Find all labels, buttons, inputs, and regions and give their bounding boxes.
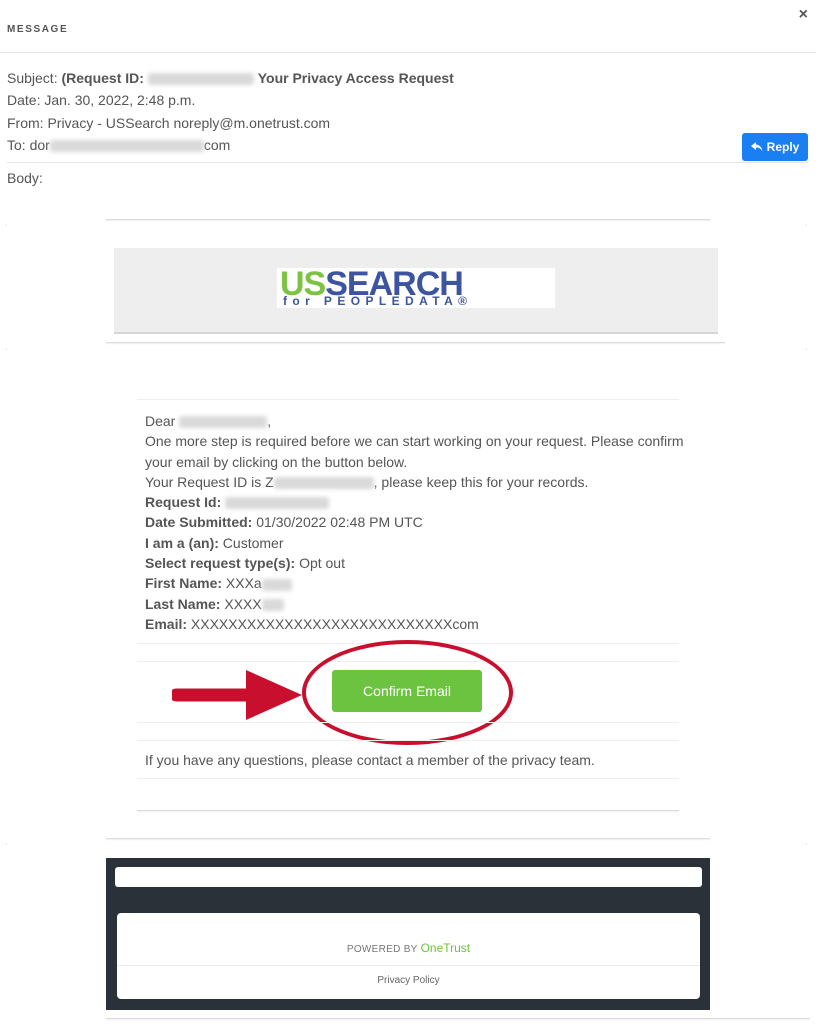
field-label: Last Name: (145, 595, 221, 612)
request-id-suffix: , please keep this for your records. (373, 473, 589, 490)
field-value: XXXa (225, 575, 262, 592)
message-header-title: MESSAGE (7, 24, 69, 35)
content-bottom-border (137, 810, 679, 811)
reply-button[interactable]: Reply (742, 133, 808, 161)
redacted-email (49, 140, 204, 153)
annotation-arrow-icon (172, 670, 302, 720)
field-label: First Name: (145, 575, 223, 592)
field-label: Request Id: (145, 494, 222, 511)
from-line: From: Privacy - USSearch noreply@m.onetr… (7, 115, 331, 131)
content-divider (137, 778, 679, 779)
field-last-name: Last Name: XXXX (145, 594, 685, 614)
email-divider (106, 219, 710, 220)
meta-divider (7, 162, 808, 163)
subject-line: Subject: (Request ID: Your Privacy Acces… (7, 70, 454, 86)
edge-tick: ˙ (805, 348, 809, 359)
footer-card: POWERED BY OneTrust Privacy Policy (117, 913, 700, 999)
field-value: XXXX (224, 595, 262, 612)
redacted-request-id (147, 73, 254, 86)
field-date-submitted: Date Submitted: 01/30/2022 02:48 PM UTC (145, 512, 685, 532)
field-request-type: Select request type(s): Opt out (145, 553, 685, 573)
date-line: Date: Jan. 30, 2022, 2:48 p.m. (7, 92, 196, 108)
subject-title: Your Privacy Access Request (257, 70, 454, 86)
email-content: Dear , One more step is required before … (145, 411, 685, 634)
redacted-value (261, 598, 284, 611)
request-id-sentence: Your Request ID is Z , please keep this f… (145, 472, 685, 492)
field-label: Date Submitted: (145, 514, 253, 531)
email-divider (106, 838, 710, 839)
email-bottom-divider (106, 1018, 810, 1019)
reply-icon (750, 142, 763, 152)
redacted-request-id (273, 477, 374, 490)
subject-label: Subject: (7, 70, 58, 86)
ussearch-logo: USSEARCH for PEOPLEDATA® (277, 265, 555, 308)
email-divider (106, 342, 725, 343)
greeting: Dear , (145, 413, 272, 429)
redacted-value (261, 578, 292, 591)
footer-bar (115, 867, 702, 887)
field-label: I am a (an): (145, 534, 219, 551)
greeting-dear: Dear (145, 413, 176, 429)
reply-label: Reply (766, 140, 800, 154)
close-icon[interactable]: × (799, 6, 808, 24)
field-label: Email: (145, 615, 188, 632)
edge-tick: ˙ (5, 348, 9, 359)
field-first-name: First Name: XXXa (145, 573, 685, 593)
intro-paragraph: One more step is required before we can … (145, 433, 684, 470)
header-divider (0, 52, 816, 53)
powered-by-label: POWERED BY (346, 944, 418, 955)
field-value: 01/30/2022 02:48 PM UTC (256, 514, 423, 531)
onetrust-logo: OneTrust (420, 941, 471, 955)
subject-request-id-label: (Request ID: (61, 70, 144, 86)
to-prefix: To: dor (7, 137, 50, 153)
powered-by-text: POWERED BY OneTrust (117, 941, 700, 955)
field-value: Customer (222, 534, 284, 551)
field-email: Email: XXXXXXXXXXXXXXXXXXXXXXXXXXXXcom (145, 614, 685, 634)
edge-tick: ˙ (805, 224, 809, 235)
content-divider (137, 722, 679, 723)
body-label: Body: (7, 170, 43, 186)
edge-tick: ˙ (5, 843, 9, 854)
field-value: Opt out (299, 555, 345, 572)
content-divider (137, 740, 679, 741)
field-request-id: Request Id: (145, 492, 685, 512)
edge-tick: ˙ (805, 843, 809, 854)
edge-tick: ˙ (5, 224, 9, 235)
field-label: Select request type(s): (145, 555, 296, 572)
field-value: XXXXXXXXXXXXXXXXXXXXXXXXXXXXcom (190, 615, 479, 632)
redacted-name (179, 416, 268, 429)
content-top-border (137, 399, 679, 400)
questions-text: If you have any questions, please contac… (145, 752, 595, 768)
privacy-policy-link[interactable]: Privacy Policy (117, 975, 700, 986)
to-line: To: dor com (7, 137, 230, 153)
redacted-value (225, 497, 330, 510)
footer-divider (117, 965, 700, 966)
field-iam: I am a (an): Customer (145, 533, 685, 553)
request-id-prefix: Your Request ID is Z (145, 473, 274, 490)
logo-tagline: for PEOPLEDATA® (283, 294, 473, 308)
to-suffix: com (203, 137, 231, 153)
annotation-circle (302, 640, 513, 745)
